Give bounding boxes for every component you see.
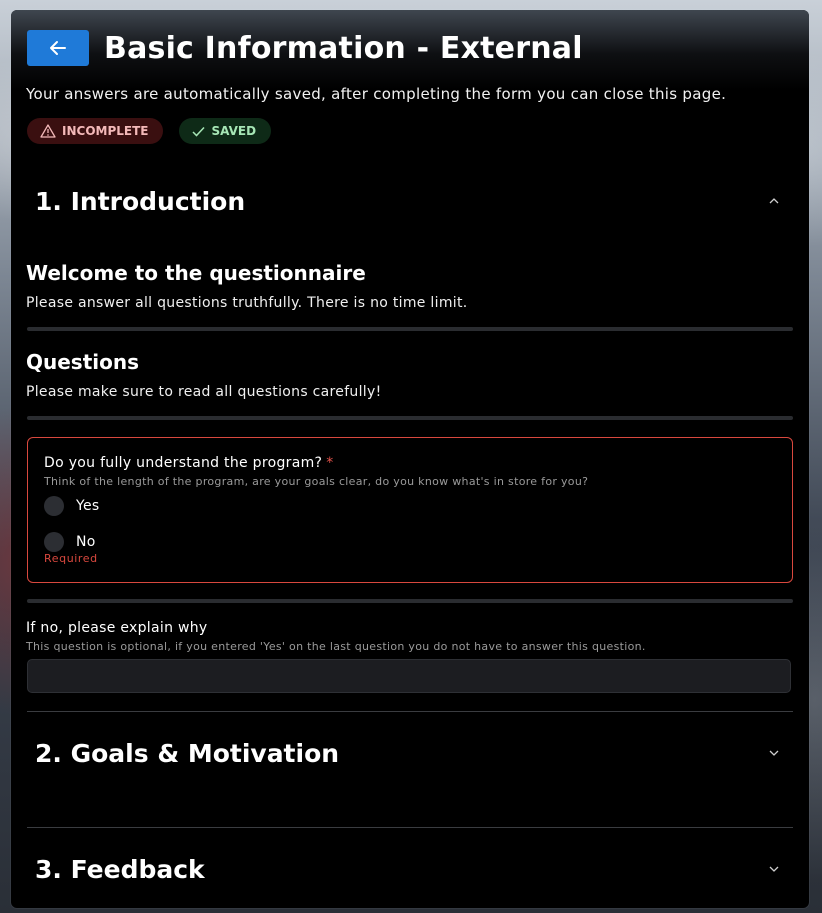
- section-title: 1. Introduction: [35, 186, 246, 216]
- section-title: 3. Feedback: [35, 854, 205, 884]
- status-badges: INCOMPLETE SAVED: [27, 118, 272, 144]
- check-icon: [192, 126, 206, 137]
- section-divider: [27, 827, 793, 828]
- welcome-description: Please answer all questions truthfully. …: [26, 295, 468, 311]
- arrow-left-icon: [50, 41, 66, 55]
- question-understand-program: Do you fully understand the program? * Th…: [27, 437, 793, 583]
- explain-hint: This question is optional, if you entere…: [26, 640, 646, 653]
- questions-title: Questions: [26, 350, 140, 374]
- chevron-down-icon: [769, 866, 779, 872]
- radio-option-yes[interactable]: Yes: [44, 496, 100, 516]
- radio-label: No: [76, 534, 96, 550]
- radio-label: Yes: [76, 498, 100, 514]
- explain-label: If no, please explain why: [26, 620, 208, 636]
- radio-button[interactable]: [44, 496, 64, 516]
- section-feedback-header[interactable]: 3. Feedback: [27, 839, 793, 899]
- section-goals-header[interactable]: 2. Goals & Motivation: [27, 723, 793, 783]
- page-header: Basic Information - External: [27, 30, 583, 66]
- chevron-up-icon: [769, 198, 779, 204]
- radio-option-no[interactable]: No: [44, 532, 96, 552]
- divider: [27, 599, 793, 603]
- warning-triangle-icon: [40, 124, 56, 138]
- autosave-notice: Your answers are automatically saved, af…: [26, 85, 727, 103]
- questions-description: Please make sure to read all questions c…: [26, 384, 382, 400]
- section-title: 2. Goals & Motivation: [35, 738, 340, 768]
- chevron-down-icon: [769, 750, 779, 756]
- required-error: Required: [44, 552, 98, 565]
- welcome-title: Welcome to the questionnaire: [26, 261, 366, 285]
- saved-badge: SAVED: [179, 118, 272, 144]
- section-introduction-header[interactable]: 1. Introduction: [27, 171, 793, 231]
- divider: [27, 416, 793, 420]
- required-marker: *: [326, 455, 334, 471]
- incomplete-badge-label: INCOMPLETE: [62, 124, 149, 138]
- divider: [27, 327, 793, 331]
- section-divider: [27, 711, 793, 712]
- form-panel: Basic Information - External Your answer…: [11, 10, 809, 908]
- question-label-text: Do you fully understand the program?: [44, 455, 323, 471]
- radio-button[interactable]: [44, 532, 64, 552]
- saved-badge-label: SAVED: [211, 124, 257, 138]
- question-hint: Think of the length of the program, are …: [44, 475, 589, 488]
- question-label: Do you fully understand the program? *: [44, 455, 334, 471]
- back-button[interactable]: [27, 30, 89, 66]
- explain-input[interactable]: [27, 659, 791, 693]
- page-title: Basic Information - External: [104, 30, 583, 66]
- incomplete-badge: INCOMPLETE: [27, 118, 164, 144]
